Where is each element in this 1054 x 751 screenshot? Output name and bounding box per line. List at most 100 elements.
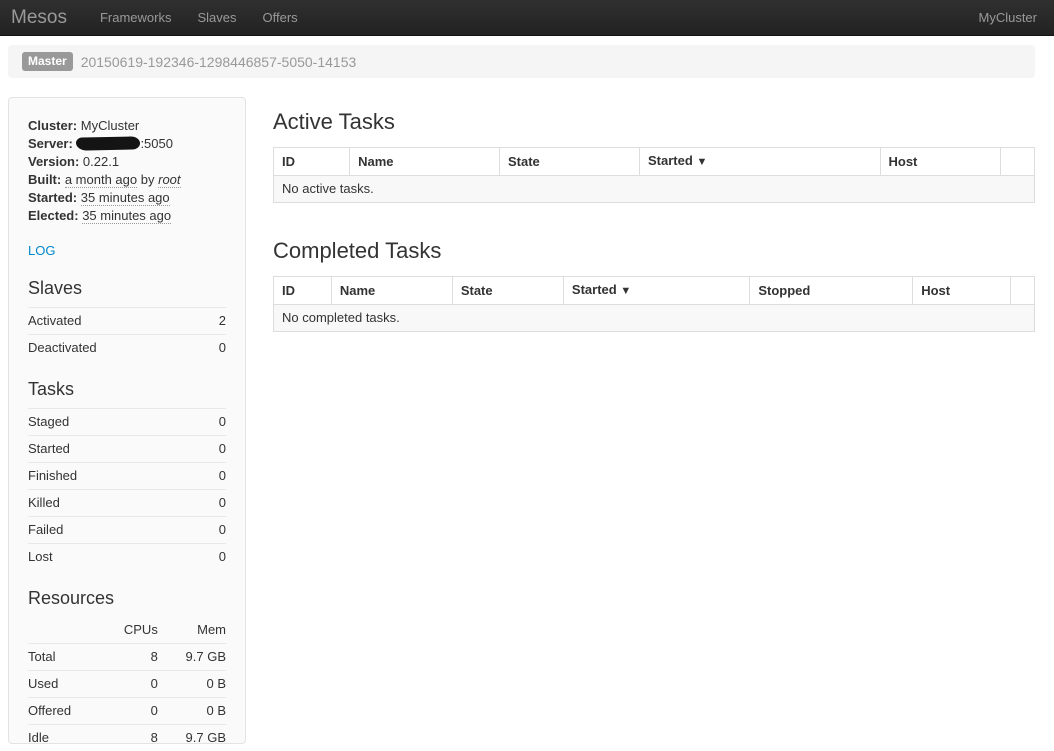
cluster-info-line: Cluster: MyCluster bbox=[28, 117, 226, 135]
log-link[interactable]: LOG bbox=[28, 242, 55, 260]
started-info-line: Started: 35 minutes ago bbox=[28, 189, 226, 207]
table-row: Idle 8 9.7 GB bbox=[28, 725, 226, 751]
completed-tasks-empty-message: No completed tasks. bbox=[274, 305, 1035, 332]
resources-offered-cpus: 0 bbox=[101, 698, 158, 725]
version-info-line: Version: 0.22.1 bbox=[28, 153, 226, 171]
slaves-deactivated-label: Deactivated bbox=[28, 335, 207, 362]
tasks-lost-value: 0 bbox=[201, 544, 226, 571]
active-tasks-title: Active Tasks bbox=[273, 109, 1035, 135]
active-col-name[interactable]: Name bbox=[350, 148, 500, 176]
resources-idle-label: Idle bbox=[28, 725, 101, 751]
active-col-started[interactable]: Started ▼ bbox=[640, 148, 880, 176]
completed-col-id[interactable]: ID bbox=[274, 277, 332, 305]
active-tasks-table: ID Name State Started ▼ Host No active t… bbox=[273, 147, 1035, 203]
table-row: Used 0 0 B bbox=[28, 671, 226, 698]
cluster-label: Cluster: bbox=[28, 118, 77, 133]
table-row: Killed 0 bbox=[28, 490, 226, 517]
built-user: root bbox=[158, 172, 180, 188]
resources-corner-cell bbox=[28, 617, 101, 644]
tasks-section-title: Tasks bbox=[28, 378, 226, 400]
tasks-table: Staged 0 Started 0 Finished 0 Killed 0 F… bbox=[28, 408, 226, 570]
table-row: Started 0 bbox=[28, 436, 226, 463]
built-by-text: by bbox=[141, 172, 155, 187]
version-value: 0.22.1 bbox=[83, 154, 119, 169]
tasks-finished-label: Finished bbox=[28, 463, 201, 490]
active-col-host[interactable]: Host bbox=[880, 148, 1001, 176]
resources-used-mem: 0 B bbox=[158, 671, 226, 698]
completed-col-started-label: Started bbox=[572, 282, 617, 297]
tasks-failed-value: 0 bbox=[201, 517, 226, 544]
slaves-activated-label: Activated bbox=[28, 308, 207, 335]
completed-col-host[interactable]: Host bbox=[913, 277, 1011, 305]
resources-total-mem: 9.7 GB bbox=[158, 644, 226, 671]
tasks-started-value: 0 bbox=[201, 436, 226, 463]
table-row: Offered 0 0 B bbox=[28, 698, 226, 725]
resources-mem-header: Mem bbox=[158, 617, 226, 644]
tasks-started-label: Started bbox=[28, 436, 201, 463]
master-badge: Master bbox=[22, 52, 73, 71]
table-row: Finished 0 bbox=[28, 463, 226, 490]
table-header-row: ID Name State Started ▼ Stopped Host bbox=[274, 277, 1035, 305]
table-row: Total 8 9.7 GB bbox=[28, 644, 226, 671]
tasks-killed-label: Killed bbox=[28, 490, 201, 517]
built-info-line: Built: a month ago by root bbox=[28, 171, 226, 189]
active-col-state[interactable]: State bbox=[500, 148, 640, 176]
completed-col-name[interactable]: Name bbox=[331, 277, 452, 305]
completed-col-stopped[interactable]: Stopped bbox=[750, 277, 913, 305]
resources-idle-mem: 9.7 GB bbox=[158, 725, 226, 751]
built-relative-time: a month ago bbox=[65, 172, 137, 188]
started-relative-time: 35 minutes ago bbox=[81, 190, 170, 206]
sort-descending-icon: ▼ bbox=[620, 285, 631, 297]
resources-section-title: Resources bbox=[28, 587, 226, 609]
main-content: Active Tasks ID Name State Started ▼ Hos… bbox=[273, 97, 1035, 332]
tasks-staged-value: 0 bbox=[201, 409, 226, 436]
master-id: 20150619-192346-1298446857-5050-14153 bbox=[81, 54, 357, 70]
elected-relative-time: 35 minutes ago bbox=[82, 208, 171, 224]
completed-col-state[interactable]: State bbox=[452, 277, 563, 305]
slaves-table: Activated 2 Deactivated 0 bbox=[28, 307, 226, 361]
slaves-activated-value: 2 bbox=[207, 308, 226, 335]
slaves-deactivated-value: 0 bbox=[207, 335, 226, 362]
tasks-killed-value: 0 bbox=[201, 490, 226, 517]
server-label: Server: bbox=[28, 136, 73, 151]
completed-tasks-table: ID Name State Started ▼ Stopped Host No … bbox=[273, 276, 1035, 332]
table-row: Activated 2 bbox=[28, 308, 226, 335]
resources-used-cpus: 0 bbox=[101, 671, 158, 698]
brand-mesos[interactable]: Mesos bbox=[0, 7, 87, 29]
active-col-id[interactable]: ID bbox=[274, 148, 350, 176]
active-col-started-label: Started bbox=[648, 153, 693, 168]
tasks-staged-label: Staged bbox=[28, 409, 201, 436]
table-row: Lost 0 bbox=[28, 544, 226, 571]
server-port: :5050 bbox=[140, 136, 173, 151]
active-tasks-empty-message: No active tasks. bbox=[274, 176, 1035, 203]
resources-total-cpus: 8 bbox=[101, 644, 158, 671]
resources-total-label: Total bbox=[28, 644, 101, 671]
resources-cpus-header: CPUs bbox=[101, 617, 158, 644]
resources-table: CPUs Mem Total 8 9.7 GB Used 0 0 B Offer… bbox=[28, 617, 226, 751]
nav-item-frameworks[interactable]: Frameworks bbox=[87, 10, 185, 25]
tasks-finished-value: 0 bbox=[201, 463, 226, 490]
built-label: Built: bbox=[28, 172, 61, 187]
nav-item-offers[interactable]: Offers bbox=[250, 10, 311, 25]
table-header-row: ID Name State Started ▼ Host bbox=[274, 148, 1035, 176]
tasks-failed-label: Failed bbox=[28, 517, 201, 544]
version-label: Version: bbox=[28, 154, 79, 169]
table-row: Staged 0 bbox=[28, 409, 226, 436]
navbar-cluster-name: MyCluster bbox=[978, 10, 1054, 25]
tasks-lost-label: Lost bbox=[28, 544, 201, 571]
nav-item-slaves[interactable]: Slaves bbox=[184, 10, 249, 25]
started-label: Started: bbox=[28, 190, 77, 205]
server-info-line: Server: :5050 bbox=[28, 135, 226, 153]
completed-col-actions bbox=[1011, 277, 1035, 305]
cluster-value: MyCluster bbox=[81, 118, 140, 133]
breadcrumb: Master 20150619-192346-1298446857-5050-1… bbox=[8, 45, 1035, 78]
redacted-server-address bbox=[76, 136, 140, 150]
completed-col-started[interactable]: Started ▼ bbox=[563, 277, 749, 305]
elected-info-line: Elected: 35 minutes ago bbox=[28, 207, 226, 225]
top-navbar: Mesos Frameworks Slaves Offers MyCluster bbox=[0, 0, 1054, 36]
table-row: No active tasks. bbox=[274, 176, 1035, 203]
elected-label: Elected: bbox=[28, 208, 79, 223]
table-row: No completed tasks. bbox=[274, 305, 1035, 332]
table-row: CPUs Mem bbox=[28, 617, 226, 644]
resources-offered-mem: 0 B bbox=[158, 698, 226, 725]
